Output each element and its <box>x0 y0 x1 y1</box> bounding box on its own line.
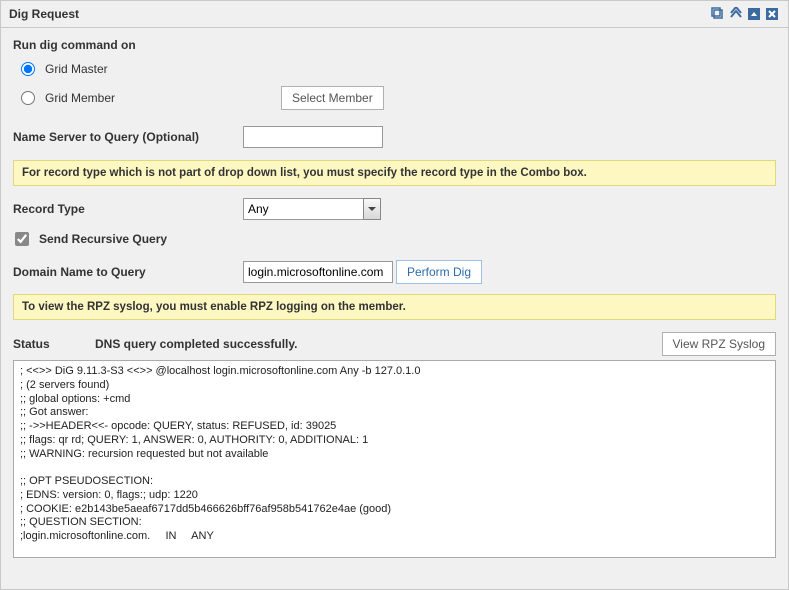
close-icon[interactable] <box>764 6 780 22</box>
select-member-button[interactable]: Select Member <box>281 86 384 110</box>
panel-header: Dig Request <box>1 1 788 28</box>
header-icons <box>710 6 780 22</box>
record-type-row: Record Type <box>13 198 776 220</box>
recursive-label: Send Recursive Query <box>39 232 167 246</box>
grid-master-radio[interactable] <box>21 62 35 76</box>
record-type-dropdown-button[interactable] <box>363 198 381 220</box>
status-row: Status DNS query completed successfully.… <box>13 332 776 356</box>
domain-name-row: Domain Name to Query Perform Dig <box>13 260 776 284</box>
grid-member-row: Grid Member Select Member <box>21 86 776 110</box>
perform-dig-button[interactable]: Perform Dig <box>396 260 482 284</box>
name-server-label: Name Server to Query (Optional) <box>13 130 243 144</box>
rpz-info: To view the RPZ syslog, you must enable … <box>13 294 776 320</box>
collapse-icon[interactable] <box>746 6 762 22</box>
status-label: Status <box>13 337 95 351</box>
record-type-label: Record Type <box>13 202 243 216</box>
dig-output[interactable] <box>13 360 776 558</box>
run-on-label: Run dig command on <box>13 38 776 52</box>
panel-title: Dig Request <box>9 7 79 21</box>
domain-name-label: Domain Name to Query <box>13 265 243 279</box>
recursive-row: Send Recursive Query <box>15 232 776 246</box>
view-rpz-syslog-button[interactable]: View RPZ Syslog <box>662 332 776 356</box>
collapse-up-icon[interactable] <box>728 6 744 22</box>
record-type-info: For record type which is not part of dro… <box>13 160 776 186</box>
domain-name-input[interactable] <box>243 261 393 283</box>
grid-member-label: Grid Member <box>45 91 241 105</box>
status-text: DNS query completed successfully. <box>95 337 662 351</box>
detach-icon[interactable] <box>710 6 726 22</box>
recursive-checkbox[interactable] <box>15 232 29 246</box>
record-type-input[interactable] <box>243 198 363 220</box>
panel-body: Run dig command on Grid Master Grid Memb… <box>1 28 788 571</box>
dig-request-panel: Dig Request Run dig command on Grid Mast… <box>0 0 789 590</box>
output-wrap <box>13 360 776 561</box>
grid-master-row: Grid Master <box>21 62 776 76</box>
record-type-combo <box>243 198 381 220</box>
name-server-row: Name Server to Query (Optional) <box>13 126 776 148</box>
grid-member-radio[interactable] <box>21 91 35 105</box>
name-server-input[interactable] <box>243 126 383 148</box>
grid-master-label: Grid Master <box>45 62 165 76</box>
